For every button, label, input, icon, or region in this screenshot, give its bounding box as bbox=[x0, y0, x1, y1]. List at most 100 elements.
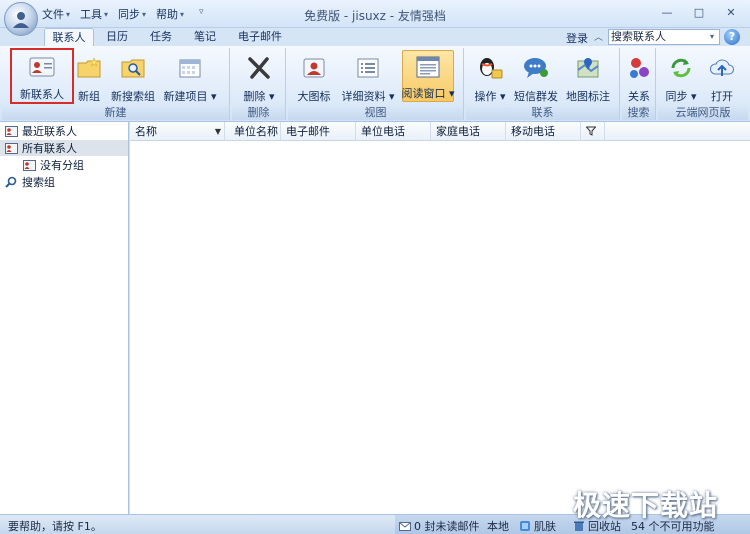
sync-label: 同步 ▾ bbox=[665, 90, 697, 103]
reading-pane-label: 阅读窗口 ▾ bbox=[401, 87, 455, 100]
title-bar: 文件 ▾ 工具 ▾ 同步 ▾ 帮助 ▾ ▿ 免费版 - jisuxz - 友情强档 — … bbox=[0, 0, 750, 28]
tab-notes[interactable]: 笔记 bbox=[186, 28, 224, 46]
sms-bubble-icon bbox=[522, 54, 550, 82]
details-button[interactable]: 详细资料 ▾ bbox=[340, 50, 396, 104]
ribbon-group-label: 联系 bbox=[466, 106, 619, 120]
maximize-button[interactable]: □ bbox=[684, 2, 714, 22]
chevron-down-icon: ▾ bbox=[66, 9, 71, 19]
status-help-text: 要帮助，请按 F1。 bbox=[8, 520, 102, 533]
contact-large-icon bbox=[300, 54, 328, 82]
search-icon bbox=[4, 176, 18, 188]
reading-pane-icon bbox=[414, 55, 442, 79]
chevron-down-icon[interactable]: ▾ bbox=[710, 32, 714, 41]
calendar-grid-icon bbox=[176, 54, 204, 82]
status-skin[interactable]: 肌肤 bbox=[519, 518, 556, 534]
column-header-name[interactable]: 名称 ▼ bbox=[130, 122, 225, 141]
help-icon[interactable]: ? bbox=[724, 29, 740, 45]
cloud-open-icon bbox=[708, 54, 736, 82]
quick-access-customize-icon[interactable]: ▿ bbox=[199, 7, 204, 17]
sync-arrows-icon bbox=[667, 54, 695, 82]
column-filter-icon[interactable] bbox=[581, 122, 605, 141]
chevron-down-icon: ▾ bbox=[142, 9, 147, 19]
large-icons-button[interactable]: 大图标 bbox=[296, 50, 332, 104]
actions-label: 操作 ▾ bbox=[474, 90, 506, 103]
new-group-label: 新组 bbox=[78, 90, 100, 103]
search-contacts-input[interactable]: 搜索联系人 bbox=[608, 29, 720, 45]
ribbon-group-view: 大图标 详细资料 ▾ 阅读窗口 ▾ 视图 bbox=[288, 48, 464, 120]
delete-button[interactable]: 删除 ▾ bbox=[242, 50, 276, 104]
delete-label: 删除 ▾ bbox=[243, 90, 275, 103]
tab-tasks[interactable]: 任务 bbox=[142, 28, 180, 46]
login-link[interactable]: 登录 bbox=[566, 30, 588, 46]
contact-card-icon bbox=[22, 159, 36, 171]
contact-list-header: 名称 ▼ 单位名称 电子邮件 单位电话 家庭电话 移动电话 bbox=[130, 122, 750, 141]
new-contact-label: 新联系人 bbox=[20, 88, 64, 101]
new-item-button[interactable]: 新建项目 ▾ bbox=[162, 50, 218, 104]
ribbon-group-label: 云端网页版 bbox=[658, 106, 748, 120]
ribbon-tab-row: 联系人 日历 任务 笔记 电子邮件 登录 ︿ 搜索联系人 ▾ ? bbox=[0, 28, 750, 46]
tab-contacts[interactable]: 联系人 bbox=[44, 28, 94, 46]
minimize-button[interactable]: — bbox=[652, 2, 682, 22]
relations-button[interactable]: 关系 bbox=[625, 50, 653, 104]
menu-sync[interactable]: 同步 ▾ bbox=[118, 6, 146, 22]
watermark-text: 极速下载站 bbox=[573, 489, 719, 522]
app-menu-button[interactable] bbox=[4, 2, 38, 36]
mail-icon bbox=[399, 520, 411, 532]
column-header-mobile-phone[interactable]: 移动电话 bbox=[506, 122, 581, 141]
sms-broadcast-label: 短信群发 bbox=[514, 90, 558, 103]
column-header-email[interactable]: 电子邮件 bbox=[281, 122, 356, 141]
qq-penguin-icon bbox=[476, 54, 504, 82]
details-list-icon bbox=[354, 54, 382, 82]
map-mark-button[interactable]: 地图标注 bbox=[564, 50, 612, 104]
sms-broadcast-button[interactable]: 短信群发 bbox=[514, 50, 558, 104]
sync-button[interactable]: 同步 ▾ bbox=[664, 50, 698, 104]
menu-file[interactable]: 文件 ▾ bbox=[42, 6, 70, 22]
nav-search-groups[interactable]: 搜索组 bbox=[0, 174, 128, 190]
contact-list: 名称 ▼ 单位名称 电子邮件 单位电话 家庭电话 移动电话 bbox=[130, 122, 750, 514]
contacts-navigation-pane: 最近联系人 所有联系人 没有分组 搜索组 bbox=[0, 122, 129, 514]
status-local: 本地 bbox=[487, 520, 509, 533]
new-group-button[interactable]: 新组 bbox=[76, 50, 102, 104]
details-label: 详细资料 ▾ bbox=[341, 90, 395, 103]
new-contact-button[interactable]: 新联系人 bbox=[10, 48, 74, 104]
window-controls: — □ ✕ bbox=[652, 2, 746, 22]
ribbon: 新联系人 新组 新搜索组 新建项目 ▾ 新建 删除 ▾ 删除 大图标 详细资料 … bbox=[0, 46, 750, 122]
open-button[interactable]: 打开 bbox=[706, 50, 738, 104]
menu-tools[interactable]: 工具 ▾ bbox=[80, 6, 108, 22]
nav-all-contacts[interactable]: 所有联系人 bbox=[0, 140, 128, 156]
new-search-group-button[interactable]: 新搜索组 bbox=[110, 50, 156, 104]
ribbon-group-search: 关系 搜索 bbox=[622, 48, 656, 120]
ribbon-group-contact: 操作 ▾ 短信群发 地图标注 联系 bbox=[466, 48, 620, 120]
contact-card-icon bbox=[28, 54, 56, 80]
map-pin-icon bbox=[574, 54, 602, 82]
ribbon-group-label: 视图 bbox=[288, 106, 463, 120]
column-header-work-phone[interactable]: 单位电话 bbox=[356, 122, 431, 141]
chevron-down-icon: ▾ bbox=[104, 9, 109, 19]
actions-button[interactable]: 操作 ▾ bbox=[472, 50, 508, 104]
column-header-company[interactable]: 单位名称 bbox=[229, 122, 281, 141]
map-mark-label: 地图标注 bbox=[566, 90, 610, 103]
nav-ungrouped[interactable]: 没有分组 bbox=[0, 157, 128, 173]
ribbon-collapse-icon[interactable]: ︿ bbox=[594, 30, 603, 43]
menu-help[interactable]: 帮助 ▾ bbox=[156, 6, 184, 22]
ribbon-group-cloud: 同步 ▾ 打开 云端网页版 bbox=[658, 48, 748, 120]
column-header-home-phone[interactable]: 家庭电话 bbox=[431, 122, 506, 141]
nav-recent-contacts[interactable]: 最近联系人 bbox=[0, 123, 128, 139]
relations-label: 关系 bbox=[628, 90, 650, 103]
sort-down-icon: ▼ bbox=[214, 127, 221, 136]
ribbon-group-label: 删除 bbox=[232, 106, 285, 120]
tab-calendar[interactable]: 日历 bbox=[98, 28, 136, 46]
tab-email[interactable]: 电子邮件 bbox=[232, 28, 288, 46]
ribbon-group-new: 新联系人 新组 新搜索组 新建项目 ▾ 新建 bbox=[2, 48, 230, 120]
large-icons-label: 大图标 bbox=[297, 90, 331, 103]
close-button[interactable]: ✕ bbox=[716, 2, 746, 22]
contact-card-icon bbox=[4, 142, 18, 154]
folder-icon bbox=[75, 54, 103, 82]
chevron-down-icon: ▾ bbox=[180, 9, 185, 19]
magnifier-folder-icon bbox=[119, 54, 147, 82]
delete-x-icon bbox=[245, 54, 273, 82]
status-unread-mail[interactable]: 0 封未读邮件 bbox=[399, 518, 480, 534]
ribbon-group-label: 新建 bbox=[2, 106, 229, 120]
app-logo-icon bbox=[13, 12, 29, 28]
reading-pane-button[interactable]: 阅读窗口 ▾ bbox=[401, 50, 455, 102]
